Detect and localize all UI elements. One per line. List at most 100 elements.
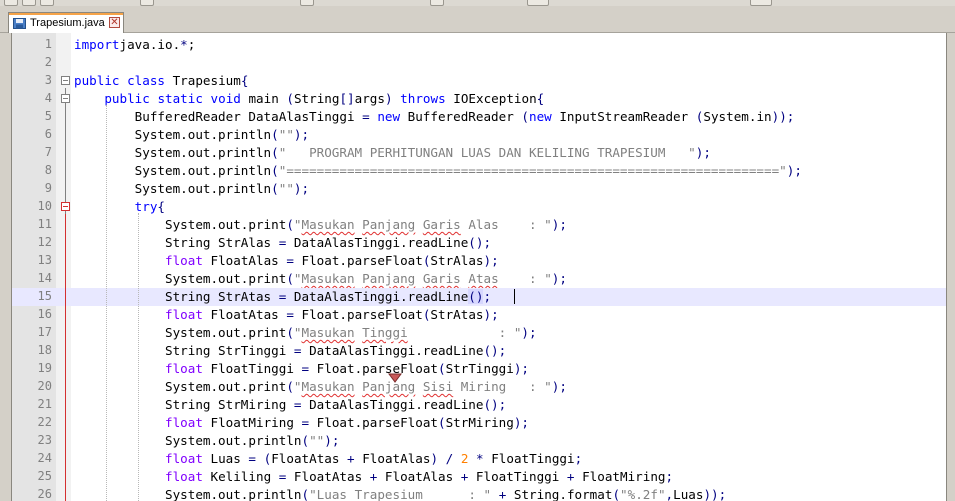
code-line[interactable]: 24 float Luas = (FloatAtas + FloatAlas) … <box>12 450 946 468</box>
code-line[interactable]: 21 String StrMiring = DataAlasTinggi.rea… <box>12 396 946 414</box>
code-line[interactable]: 17 System.out.print("Masukan Tinggi : ")… <box>12 324 946 342</box>
code-token: Masukan <box>301 325 355 340</box>
code-text: float Luas = (FloatAtas + FloatAlas) / 2… <box>74 451 582 466</box>
code-token: { <box>536 91 545 106</box>
code-token: )); <box>771 109 795 124</box>
code-token: ; <box>574 451 583 466</box>
code-line[interactable]: 19 float FloatTinggi = Float.parseFloat(… <box>12 360 946 378</box>
code-token: + <box>566 469 575 484</box>
code-token: ); <box>293 127 310 142</box>
fold-toggle-icon[interactable] <box>61 202 70 211</box>
code-line[interactable]: 16 float FloatAtas = Float.parseFloat(St… <box>12 306 946 324</box>
code-line[interactable]: 20 System.out.print("Masukan Panjang Sis… <box>12 378 946 396</box>
code-line[interactable]: 23 System.out.println(""); <box>12 432 946 450</box>
code-token: [] <box>339 91 355 106</box>
code-text: float Keliling = FloatAtas + FloatAlas +… <box>74 469 673 484</box>
code-line[interactable]: 11 System.out.print("Masukan Panjang Gar… <box>12 216 946 234</box>
code-token: FloatTinggi <box>468 469 567 484</box>
code-token: ); <box>513 361 530 376</box>
code-text: System.out.print("Masukan Tinggi : "); <box>74 325 537 340</box>
code-line[interactable]: 14 System.out.print("Masukan Panjang Gar… <box>12 270 946 288</box>
code-line[interactable]: 18 String StrTinggi = DataAlasTinggi.rea… <box>12 342 946 360</box>
code-token: ); <box>786 163 802 178</box>
code-token: ; <box>665 469 674 484</box>
code-line[interactable]: 5 BufferedReader DataAlasTinggi = new Bu… <box>12 108 946 126</box>
code-token: String <box>293 91 340 106</box>
code-token: IOException <box>445 91 537 106</box>
code-line[interactable]: 12 String StrAlas = DataAlasTinggi.readL… <box>12 234 946 252</box>
code-token: StrAlas <box>430 253 484 268</box>
code-token: Panjang <box>362 271 416 286</box>
indent-guide <box>138 213 139 501</box>
code-token: try <box>134 199 158 214</box>
code-line[interactable]: 13 float FloatAlas = Float.parseFloat(St… <box>12 252 946 270</box>
code-token: float <box>165 361 203 376</box>
code-token: Tinggi <box>362 325 408 340</box>
code-token: ); <box>551 271 567 286</box>
line-number: 20 <box>37 379 52 393</box>
code-token: Luas <box>673 487 704 501</box>
code-token: * <box>180 37 188 52</box>
code-token: String StrAtas <box>74 289 279 304</box>
code-editor[interactable]: 1 importjava.io.*; 2 3 public class Trapesiu… <box>11 33 946 501</box>
line-number: 22 <box>37 415 52 429</box>
fold-line <box>65 214 66 501</box>
code-line[interactable]: 4 public static void main (String[]args)… <box>12 90 946 108</box>
code-token: new <box>377 109 401 124</box>
line-number: 18 <box>37 343 52 357</box>
code-line[interactable]: 7 System.out.println(" PROGRAM PERHITUNG… <box>12 144 946 162</box>
code-line[interactable]: 22 float FloatMiring = Float.parseFloat(… <box>12 414 946 432</box>
code-token: ( <box>286 91 294 106</box>
line-number: 19 <box>37 361 52 375</box>
fold-toggle-icon[interactable] <box>61 94 70 103</box>
code-token: () <box>468 289 484 304</box>
document-tab-bar: Trapesium.java ✕ <box>0 6 955 33</box>
code-text: String StrAlas = DataAlasTinggi.readLine… <box>74 235 491 250</box>
line-number: 24 <box>37 451 52 465</box>
code-token: float <box>165 307 203 322</box>
code-token: ( <box>301 487 310 501</box>
code-token: { <box>157 199 166 214</box>
code-token: ); <box>293 181 310 196</box>
code-token: + <box>347 451 355 466</box>
code-token: Float.parseFloat <box>309 415 438 430</box>
code-token: ); <box>483 307 499 322</box>
code-token: "=======================================… <box>278 163 787 178</box>
code-line[interactable]: 9 System.out.println(""); <box>12 180 946 198</box>
code-line[interactable]: 15 String StrAtas = DataAlasTinggi.readL… <box>12 288 946 306</box>
code-token: import <box>74 37 120 52</box>
code-line[interactable]: 25 float Keliling = FloatAtas + FloatAla… <box>12 468 946 486</box>
code-token: String.format <box>506 487 613 501</box>
code-line[interactable]: 10 try{ <box>12 198 946 216</box>
tab-trapesium-java[interactable]: Trapesium.java ✕ <box>8 12 124 33</box>
code-line[interactable]: 3 public class Trapesium{ <box>12 72 946 90</box>
code-token: (); <box>483 343 507 358</box>
code-token: = <box>248 451 257 466</box>
close-icon[interactable]: ✕ <box>109 17 120 28</box>
code-token: ); <box>695 145 711 160</box>
code-token: FloatAlas <box>354 451 431 466</box>
code-token: : " <box>422 487 492 501</box>
code-token: StrTinggi <box>445 361 514 376</box>
code-line[interactable]: 1 importjava.io.*; <box>12 36 946 54</box>
code-token: ); <box>551 217 567 232</box>
code-token: Float.parseFloat <box>309 361 438 376</box>
code-line[interactable]: 26 System.out.println("Luas Trapesium : … <box>12 486 946 501</box>
code-token: ( <box>271 145 279 160</box>
fold-toggle-icon[interactable] <box>61 76 70 85</box>
code-text: System.out.print("Masukan Panjang Garis … <box>74 217 567 232</box>
line-number: 6 <box>44 127 52 141</box>
code-line[interactable]: 2 <box>12 54 946 72</box>
code-line[interactable]: 6 System.out.println(""); <box>12 126 946 144</box>
code-line[interactable]: 8 System.out.println("==================… <box>12 162 946 180</box>
code-token: java.io. <box>119 37 181 52</box>
